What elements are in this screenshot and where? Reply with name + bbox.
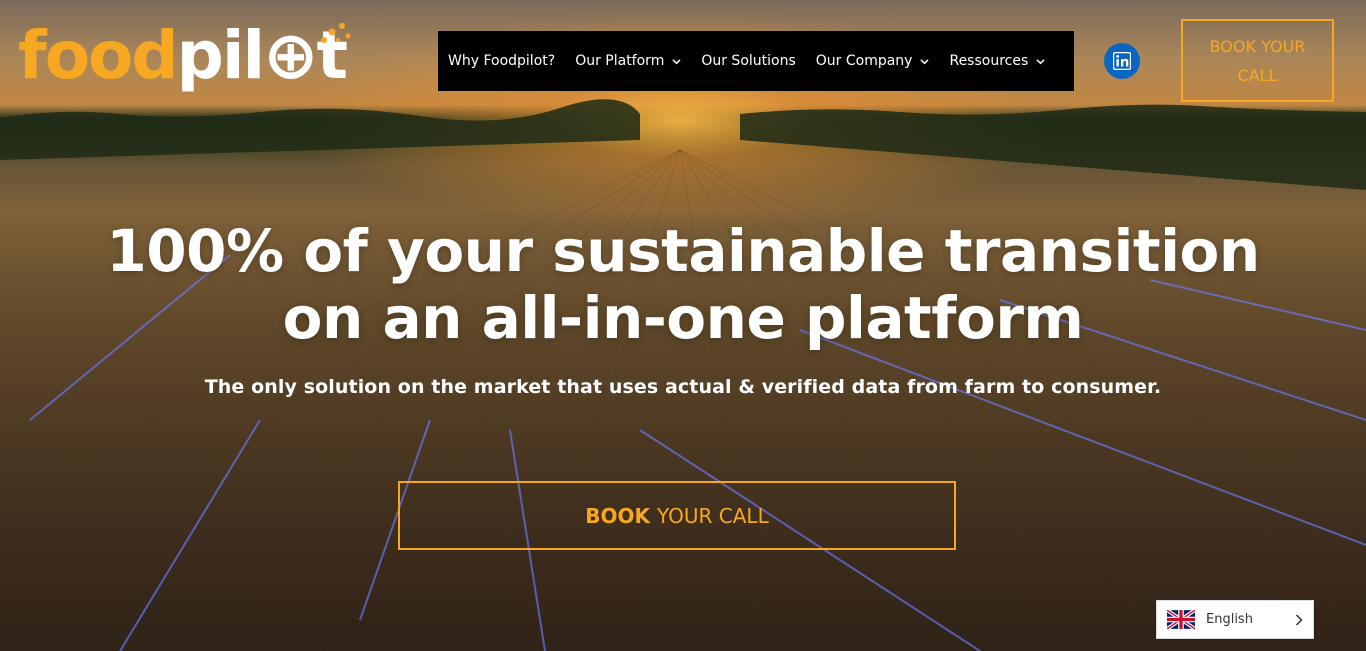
nav-item-our-solutions[interactable]: Our Solutions bbox=[701, 53, 795, 69]
chevron-right-icon bbox=[1295, 613, 1303, 626]
nav-item-label: Our Solutions bbox=[701, 53, 796, 69]
main-navigation: Why Foodpilot? Our Platform Our Solution… bbox=[438, 31, 1074, 91]
hero-cta-rest: YOUR CALL bbox=[657, 503, 769, 528]
nav-item-label: Our Company bbox=[815, 53, 913, 69]
nav-item-our-company[interactable]: Our Company bbox=[816, 53, 930, 69]
linkedin-button[interactable] bbox=[1104, 43, 1140, 79]
chevron-down-icon bbox=[672, 58, 681, 64]
nav-item-label: Our Platform bbox=[575, 53, 665, 69]
hero-headline-line1: 100% of your sustainable transition bbox=[106, 217, 1260, 285]
book-your-call-header-button[interactable]: BOOK YOUR CALL bbox=[1181, 19, 1334, 102]
logo-food-text: food bbox=[18, 17, 179, 94]
hero-subline: The only solution on the market that use… bbox=[204, 376, 1162, 398]
header-cta-label: BOOK YOUR CALL bbox=[1209, 36, 1306, 85]
hero-cta-bold: BOOK bbox=[585, 503, 651, 528]
logo-plus-icon: ⊕ bbox=[263, 17, 318, 94]
language-label: English bbox=[1206, 612, 1253, 627]
uk-flag-icon bbox=[1167, 610, 1195, 629]
nav-item-label: Why Foodpilot? bbox=[448, 53, 556, 69]
logo-pilot-text: pil bbox=[176, 17, 265, 94]
nav-item-ressources[interactable]: Ressources bbox=[949, 53, 1045, 69]
book-your-call-hero-button[interactable]: BOOK YOUR CALL bbox=[398, 481, 956, 550]
chevron-down-icon bbox=[1036, 58, 1045, 64]
foodpilot-logo[interactable]: foodpil⊕t bbox=[18, 14, 351, 98]
nav-item-why-foodpilot[interactable]: Why Foodpilot? bbox=[448, 53, 555, 69]
hero-headline: 100% of your sustainable transition on a… bbox=[0, 218, 1366, 352]
nav-item-label: Ressources bbox=[949, 53, 1029, 69]
linkedin-icon bbox=[1113, 52, 1131, 70]
hero-headline-line2: on an all-in-one platform bbox=[282, 284, 1084, 352]
logo-dots-icon bbox=[321, 23, 351, 43]
nav-item-our-platform[interactable]: Our Platform bbox=[575, 53, 681, 69]
language-selector[interactable]: English bbox=[1156, 600, 1314, 639]
chevron-down-icon bbox=[920, 58, 930, 64]
